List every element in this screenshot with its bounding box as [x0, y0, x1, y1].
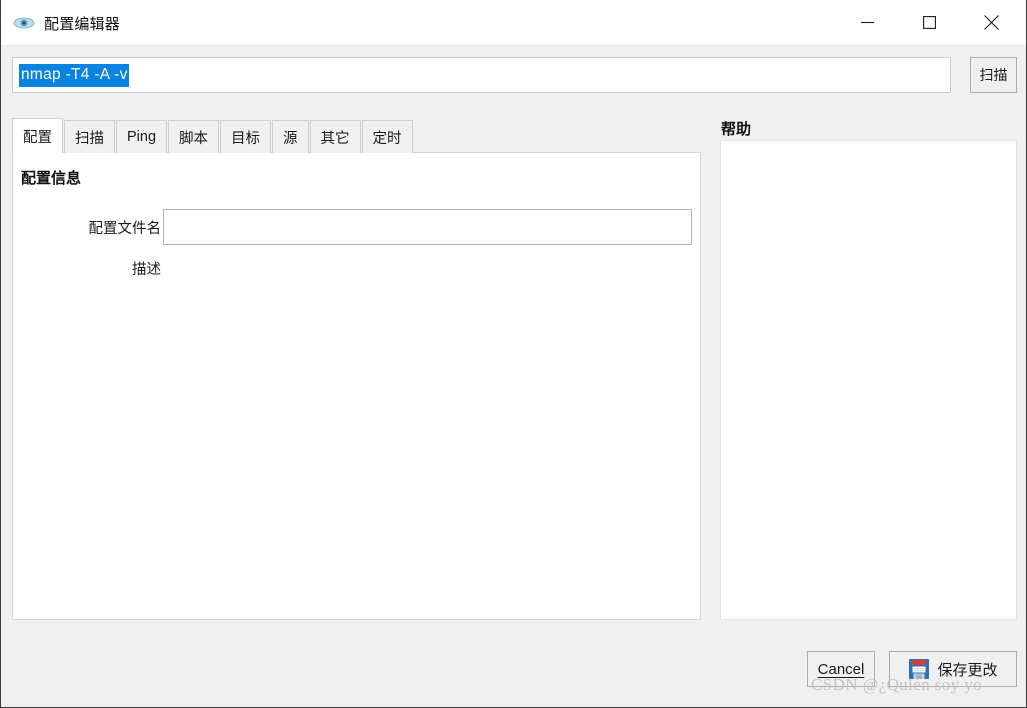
tab-other[interactable]: 其它 [309, 120, 361, 153]
scan-button-label: 扫描 [979, 67, 1008, 83]
floppy-disk-icon [908, 658, 930, 680]
tab-strip: 配置 扫描 Ping 脚本 目标 源 其它 定时 [12, 118, 414, 153]
profile-name-input[interactable] [163, 209, 692, 245]
command-bar: nmap -T4 -A -v [1, 46, 1026, 104]
tab-profile[interactable]: 配置 [12, 118, 63, 153]
save-changes-label: 保存更改 [937, 661, 998, 679]
command-input[interactable]: nmap -T4 -A -v [12, 57, 951, 93]
save-changes-button[interactable]: 保存更改 [889, 651, 1017, 687]
tab-scripting[interactable]: 脚本 [168, 120, 220, 153]
profile-name-label: 配置文件名 [88, 221, 162, 237]
help-content-box [720, 140, 1017, 620]
scan-button[interactable]: 扫描 [970, 57, 1017, 93]
tab-target[interactable]: 目标 [220, 120, 272, 153]
tab-label: 源 [283, 130, 298, 147]
window-title: 配置编辑器 [44, 15, 121, 33]
cancel-button-label: Cancel [817, 660, 865, 678]
tab-scan[interactable]: 扫描 [64, 120, 115, 153]
description-label: 描述 [132, 262, 161, 278]
tab-source[interactable]: 源 [272, 120, 309, 153]
tab-label: 其它 [320, 130, 350, 147]
close-button[interactable] [968, 0, 1014, 45]
tab-label: 配置 [23, 129, 52, 146]
tab-timing[interactable]: 定时 [361, 120, 413, 153]
tab-ping[interactable]: Ping [116, 120, 168, 153]
cancel-button[interactable]: Cancel [807, 651, 875, 687]
minimize-button[interactable] [844, 0, 890, 45]
help-title: 帮助 [721, 121, 752, 138]
command-input-value: nmap -T4 -A -v [19, 63, 129, 87]
config-editor-window: 配置编辑器 nmap -T4 -A -v 扫描 配置 扫描 Ping 脚本 目标… [0, 0, 1027, 708]
tab-label: 目标 [231, 130, 261, 147]
tab-label: Ping [127, 129, 157, 145]
tab-label: 脚本 [179, 130, 209, 147]
profile-tab-panel: 配置信息 配置文件名 描述 [12, 152, 701, 620]
section-title: 配置信息 [21, 170, 82, 187]
eye-icon [13, 12, 35, 34]
title-bar-left: 配置编辑器 [13, 0, 120, 46]
title-bar: 配置编辑器 [1, 0, 1026, 46]
tab-label: 定时 [372, 130, 402, 147]
maximize-button[interactable] [906, 0, 952, 45]
tab-label: 扫描 [75, 130, 104, 147]
